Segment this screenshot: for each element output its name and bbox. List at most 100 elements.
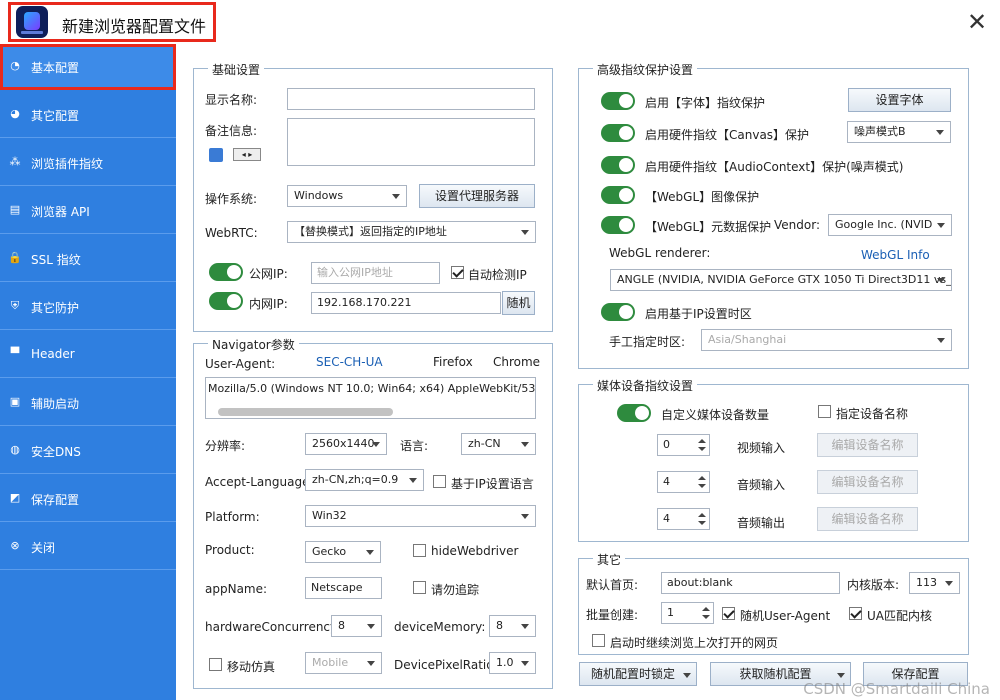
random-ip-button[interactable]: 随机: [502, 291, 535, 315]
timezone-select[interactable]: Asia/Shanghai: [701, 329, 952, 351]
kernel-version-select[interactable]: 113: [909, 572, 960, 594]
audio-output-spinner[interactable]: 4: [657, 508, 710, 530]
auto-detect-checkbox[interactable]: [451, 266, 464, 279]
canvas-protect-toggle[interactable]: [601, 124, 635, 142]
sidebar-item-8[interactable]: ▣ 辅助启动: [0, 380, 176, 426]
user-agent-field[interactable]: Mozilla/5.0 (Windows NT 10.0; Win64; x64…: [205, 377, 536, 419]
webgl-meta-toggle[interactable]: [601, 216, 635, 234]
group-title: 高级指纹保护设置: [593, 61, 698, 78]
group-title: 其它: [593, 551, 626, 568]
font-protect-toggle[interactable]: [601, 92, 635, 110]
sidebar-item-6[interactable]: ⛨ 其它防护: [0, 284, 176, 330]
audio-input-label: 音频输入: [737, 478, 786, 492]
timezone-toggle[interactable]: [601, 303, 635, 321]
plugins-icon: ⁂: [9, 155, 21, 168]
edit-video-names-button[interactable]: 编辑设备名称: [817, 433, 918, 457]
firefox-link[interactable]: Firefox: [433, 355, 473, 369]
sidebar-item-label: 浏览器 API: [31, 205, 90, 219]
public-ip-label: 公网IP:: [249, 267, 288, 281]
proxy-button[interactable]: 设置代理服务器: [419, 184, 535, 208]
intranet-ip-input[interactable]: 192.168.170.221: [311, 292, 501, 314]
chrome-link[interactable]: Chrome: [493, 355, 540, 369]
sidebar-item-2[interactable]: ◕ 其它配置: [0, 92, 176, 138]
product-label: Product:: [205, 543, 255, 557]
sidebar-item-9[interactable]: ◍ 安全DNS: [0, 428, 176, 474]
sidebar-item-label: 浏览插件指纹: [31, 157, 104, 171]
scroll-arrows-icon[interactable]: ◂ ▸: [233, 148, 261, 161]
sidebar-item-7[interactable]: ▀ Header: [0, 332, 176, 378]
platform-select[interactable]: Win32: [305, 505, 536, 527]
sidebar-item-10[interactable]: ◩ 保存配置: [0, 476, 176, 522]
specify-device-names-checkbox[interactable]: [818, 405, 831, 418]
os-select[interactable]: Windows: [287, 185, 407, 207]
ip-language-checkbox[interactable]: [433, 475, 446, 488]
custom-media-count-toggle[interactable]: [617, 404, 651, 422]
close-icon[interactable]: ✕: [964, 9, 990, 35]
custom-media-count-label: 自定义媒体设备数量: [661, 408, 770, 422]
sidebar-item-label: 其它配置: [31, 109, 80, 123]
audio-protect-toggle[interactable]: [601, 156, 635, 174]
intranet-ip-toggle[interactable]: [209, 292, 243, 310]
lock-random-config-button[interactable]: 随机配置时锁定: [579, 662, 697, 686]
webgl-info-link[interactable]: WebGL Info: [861, 248, 930, 262]
audio-input-spinner[interactable]: 4: [657, 471, 710, 493]
ua-scrollbar[interactable]: [218, 408, 393, 416]
batch-create-spinner[interactable]: 1: [661, 602, 714, 624]
appname-input[interactable]: Netscape: [305, 577, 382, 599]
sidebar-item-label: 辅助启动: [31, 397, 80, 411]
vendor-select[interactable]: Google Inc. (NVID: [828, 214, 952, 236]
canvas-mode-select[interactable]: 噪声模式B: [847, 121, 951, 143]
dnt-checkbox[interactable]: [413, 581, 426, 594]
accept-language-select[interactable]: zh-CN,zh;q=0.9: [305, 469, 424, 491]
edit-audio-input-names-button[interactable]: 编辑设备名称: [817, 470, 918, 494]
display-name-label: 显示名称:: [205, 93, 258, 107]
resolution-select[interactable]: 2560x1440: [305, 433, 387, 455]
webgl-renderer-select[interactable]: ANGLE (NVIDIA, NVIDIA GeForce GTX 1050 T…: [610, 269, 952, 291]
accept-language-label: Accept-Language:: [205, 475, 314, 489]
sidebar-item-4[interactable]: ▤ 浏览器 API: [0, 188, 176, 234]
dnt-label: 请勿追踪: [431, 583, 480, 597]
dpr-select[interactable]: 1.0: [489, 652, 536, 674]
user-agent-value: Mozilla/5.0 (Windows NT 10.0; Win64; x64…: [208, 382, 535, 395]
sidebar-item-11[interactable]: ⊗ 关闭: [0, 524, 176, 570]
intranet-ip-label: 内网IP:: [249, 297, 288, 311]
public-ip-toggle[interactable]: [209, 263, 243, 281]
api-icon: ▤: [9, 203, 21, 216]
homepage-input[interactable]: about:blank: [661, 572, 840, 594]
hide-webdriver-checkbox[interactable]: [413, 544, 426, 557]
mobile-emulation-checkbox[interactable]: [209, 658, 222, 671]
continue-pages-checkbox[interactable]: [592, 634, 605, 647]
auto-detect-label: 自动检测IP: [468, 268, 527, 282]
video-input-spinner[interactable]: 0: [657, 434, 710, 456]
webgl-image-toggle[interactable]: [601, 186, 635, 204]
sidebar-item-label: 其它防护: [31, 301, 80, 315]
edit-audio-output-names-button[interactable]: 编辑设备名称: [817, 507, 918, 531]
kernel-version-label: 内核版本:: [847, 578, 900, 592]
sidebar-item-label: SSL 指纹: [31, 253, 81, 267]
mobile-select[interactable]: Mobile: [305, 652, 382, 674]
webrtc-label: WebRTC:: [205, 226, 258, 240]
webrtc-select[interactable]: 【替换模式】返回指定的IP地址: [287, 221, 536, 243]
set-font-button[interactable]: 设置字体: [848, 88, 951, 112]
vendor-label: Vendor:: [774, 218, 820, 232]
ua-match-kernel-checkbox[interactable]: [849, 607, 862, 620]
watermark: CSDN @Smartdaili China: [803, 680, 990, 698]
sidebar-item-5[interactable]: 🔒 SSL 指纹: [0, 236, 176, 282]
display-name-input[interactable]: [287, 88, 535, 110]
ua-match-kernel-label: UA匹配内核: [867, 609, 932, 623]
public-ip-input[interactable]: 输入公网IP地址: [311, 262, 440, 284]
product-select[interactable]: Gecko: [305, 541, 381, 563]
sec-ch-ua-link[interactable]: SEC-CH-UA: [316, 355, 383, 369]
random-ua-checkbox[interactable]: [722, 607, 735, 620]
dropdown-arrow-icon: [683, 673, 691, 678]
sidebar-item-1[interactable]: ◔ 基本配置: [0, 44, 176, 90]
sidebar-item-3[interactable]: ⁂ 浏览插件指纹: [0, 140, 176, 186]
notes-textarea[interactable]: [287, 118, 535, 166]
globe-icon: ◍: [10, 443, 20, 456]
device-memory-select[interactable]: 8: [489, 615, 536, 637]
home-icon[interactable]: [209, 148, 223, 162]
specify-device-names-label: 指定设备名称: [836, 407, 909, 421]
header-icon: ▀: [10, 347, 20, 360]
language-select[interactable]: zh-CN: [461, 433, 536, 455]
hardware-concurrency-select[interactable]: 8: [331, 615, 382, 637]
